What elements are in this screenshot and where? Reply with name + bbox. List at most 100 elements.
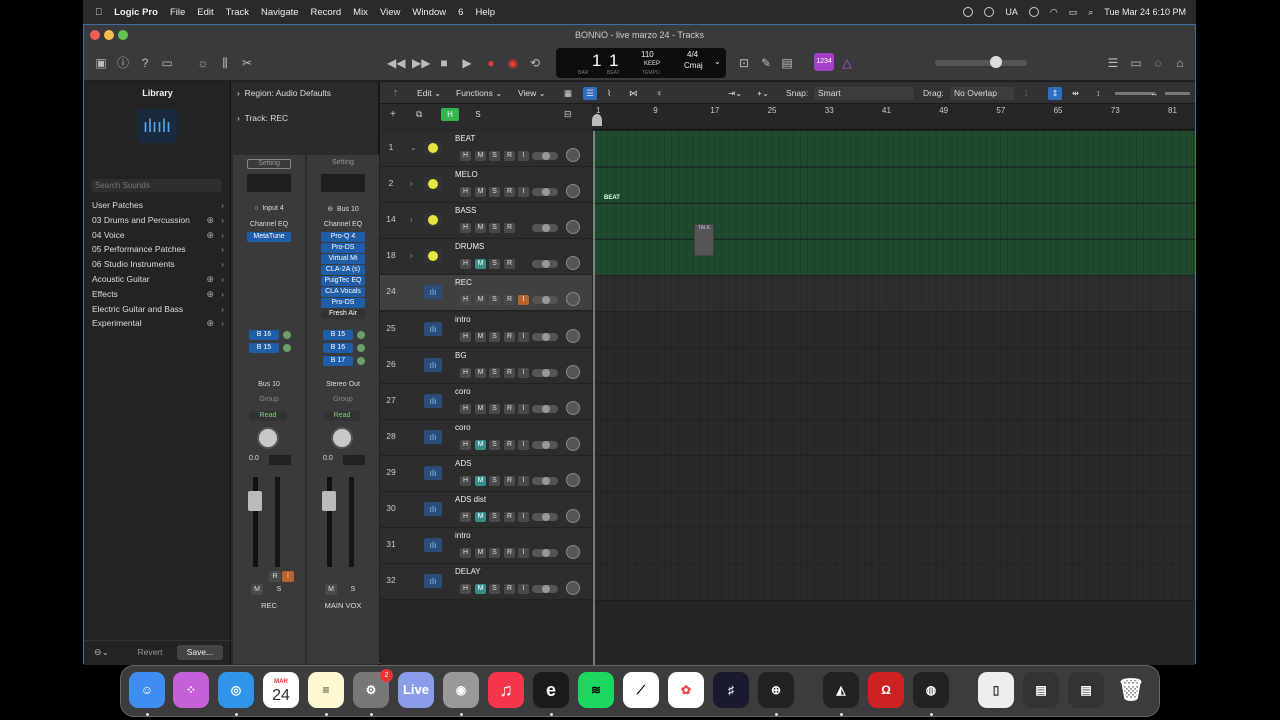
hide-button[interactable]: H: [460, 367, 471, 378]
add-icon[interactable]: ⊕: [206, 287, 214, 301]
mute-button[interactable]: M: [475, 331, 486, 342]
send-level-knob[interactable]: [357, 331, 365, 339]
ua-connect-icon[interactable]: ◭: [823, 672, 859, 708]
input-monitor-button[interactable]: I: [518, 151, 529, 161]
library-item[interactable]: 06 Studio Instruments ›: [92, 257, 226, 271]
rewind-icon[interactable]: ◀◀: [387, 56, 405, 70]
snap-select[interactable]: Smart: [814, 87, 914, 100]
menu-view[interactable]: View: [380, 7, 400, 18]
list-editors-icon[interactable]: ☰: [1106, 56, 1120, 70]
plugin-slot[interactable]: MetaTune: [247, 232, 291, 242]
automation-mode[interactable]: Read: [249, 411, 287, 421]
library-item[interactable]: 05 Performance Patches ›: [92, 242, 226, 256]
volume-fader-handle[interactable]: [322, 491, 336, 511]
record-enable-button[interactable]: R: [504, 295, 515, 306]
language-indicator[interactable]: UA: [1005, 7, 1018, 17]
window-thumbnail-icon[interactable]: ▤: [1068, 672, 1104, 708]
group-slot[interactable]: Group: [307, 396, 379, 403]
track-name[interactable]: MELO: [455, 170, 478, 179]
mute-button[interactable]: M: [475, 223, 486, 234]
track-volume-slider[interactable]: [532, 332, 558, 341]
record-enable-button[interactable]: R: [504, 512, 515, 522]
track-header[interactable]: 31 ılı intro H M S R I: [380, 528, 592, 565]
solo-button[interactable]: S: [489, 151, 500, 161]
menu-mix[interactable]: Mix: [353, 7, 368, 18]
record-enable-button[interactable]: R: [504, 439, 515, 450]
plugin-slot[interactable]: CLA-2A (s): [321, 265, 365, 275]
hide-button[interactable]: H: [460, 475, 471, 486]
track-name[interactable]: intro: [455, 315, 471, 324]
hide-button[interactable]: H: [460, 223, 471, 234]
mute-button[interactable]: M: [475, 584, 486, 595]
cycle-icon[interactable]: ⟲: [528, 56, 542, 70]
eq-thumbnail[interactable]: [247, 174, 291, 192]
track-header[interactable]: 18 › DRUMS H M S R: [380, 239, 592, 276]
stop-icon[interactable]: ■: [437, 56, 451, 70]
input-monitor-button[interactable]: I: [518, 512, 529, 522]
record-enable-button[interactable]: R: [504, 475, 515, 486]
edge-icon[interactable]: e: [533, 672, 569, 708]
input-monitor-button[interactable]: I: [518, 584, 529, 595]
track-pan-knob[interactable]: [566, 400, 580, 415]
track-header[interactable]: 27 ılı coro H M S R I: [380, 383, 592, 420]
record-enable-button[interactable]: R: [504, 548, 515, 559]
toolbar-toggle-icon[interactable]: ▭: [160, 56, 174, 70]
quick-help-icon[interactable]: ?: [138, 56, 152, 70]
hide-button[interactable]: H: [460, 403, 471, 414]
mute-button[interactable]: M: [475, 439, 486, 450]
menu-track[interactable]: Track: [226, 7, 249, 18]
catch-icon[interactable]: ⇡: [392, 87, 399, 100]
safari-icon[interactable]: ◎: [218, 672, 254, 708]
eq-thumbnail[interactable]: [321, 174, 365, 192]
track-header[interactable]: 2 › MELO H M S R I: [380, 167, 592, 204]
hide-button[interactable]: H: [460, 331, 471, 342]
waveform-zoom-icon[interactable]: ⫶: [1025, 87, 1027, 100]
track-volume-slider[interactable]: [532, 188, 558, 197]
plugin-slot[interactable]: Pro-DS: [321, 243, 365, 253]
disclosure-icon[interactable]: ⌄: [410, 143, 417, 152]
hide-button[interactable]: H: [460, 259, 471, 270]
playhead-handle[interactable]: [592, 114, 602, 126]
ableton-live-icon[interactable]: Live: [398, 672, 434, 708]
input-monitor-button[interactable]: I: [518, 439, 529, 450]
track-pan-knob[interactable]: [566, 328, 580, 343]
track-header[interactable]: 30 ılı ADS dist H M S R I: [380, 492, 592, 528]
horizontal-zoom-slider[interactable]: [1165, 92, 1190, 95]
track-name[interactable]: coro: [455, 387, 471, 396]
notes-icon[interactable]: ≡: [308, 672, 344, 708]
plugin-slot[interactable]: Pro-Q 4: [321, 232, 365, 242]
send-level-knob[interactable]: [283, 331, 291, 339]
logic-pro-icon[interactable]: ◉: [443, 672, 479, 708]
region-inspector-disclosure[interactable]: › Region: Audio Defaults: [237, 88, 331, 98]
spotify-icon[interactable]: ≋: [578, 672, 614, 708]
record-enable-button[interactable]: R: [504, 187, 515, 198]
disclosure-icon[interactable]: ›: [410, 179, 413, 188]
record-enable-button[interactable]: R: [504, 367, 515, 378]
library-item[interactable]: Electric Guitar and Bass ›: [92, 302, 226, 316]
track-height-icon[interactable]: ↕: [1096, 87, 1100, 100]
audio-app-icon[interactable]: Ω: [868, 672, 904, 708]
solo-button[interactable]: S: [273, 584, 285, 595]
vertical-zoom-icon[interactable]: ⇕: [1048, 87, 1062, 100]
wifi-icon[interactable]: ◠: [1050, 7, 1058, 18]
track-inspector-disclosure[interactable]: › Track: REC: [237, 113, 288, 123]
record-enable-button[interactable]: R: [504, 331, 515, 342]
track-name[interactable]: ADS: [455, 459, 471, 468]
notepad-icon[interactable]: ▭: [1129, 56, 1143, 70]
tuner-icon[interactable]: ⊡: [737, 56, 751, 70]
track-volume-slider[interactable]: [532, 549, 558, 558]
record-enable-button[interactable]: R: [504, 151, 515, 161]
list-view-icon[interactable]: ☰: [583, 87, 597, 100]
send-slot[interactable]: B 17: [323, 356, 353, 366]
input-monitor-button[interactable]: I: [282, 571, 294, 582]
plugin-slot[interactable]: Fresh Air: [321, 309, 365, 319]
input-monitor-button[interactable]: I: [518, 403, 529, 414]
plugin-manager-icon[interactable]: ⊕: [758, 672, 794, 708]
menu-6[interactable]: 6: [458, 7, 463, 18]
inspector-info-icon[interactable]: ⓘ: [116, 56, 130, 70]
solo-button[interactable]: S: [489, 439, 500, 450]
setting-button[interactable]: Setting: [307, 159, 379, 166]
mute-button[interactable]: M: [475, 151, 486, 161]
track-name[interactable]: BEAT: [455, 134, 475, 143]
track-header[interactable]: 28 ılı coro H M S R I: [380, 419, 592, 456]
